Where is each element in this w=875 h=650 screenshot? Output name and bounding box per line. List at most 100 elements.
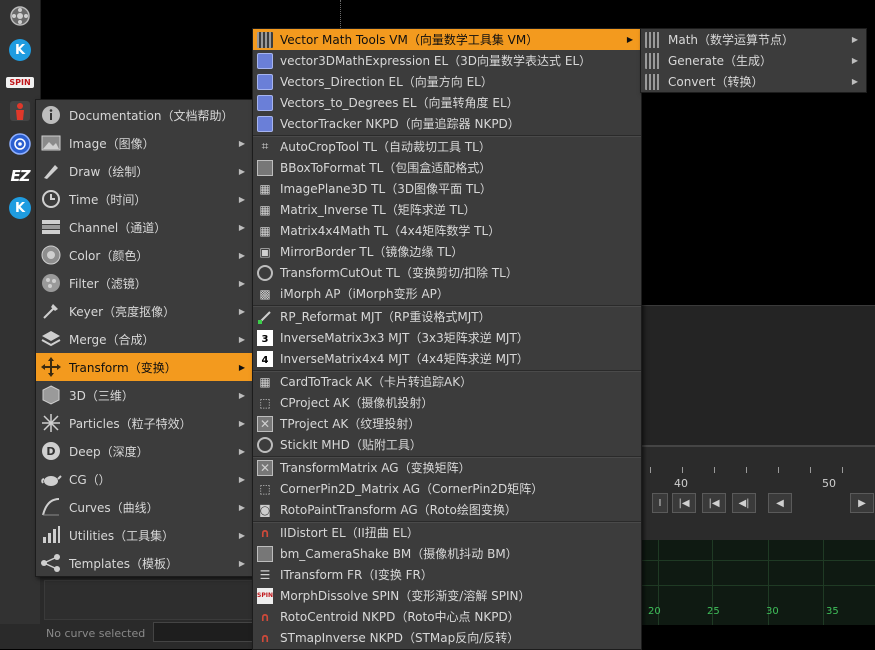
toolbar-k2-button[interactable]: K xyxy=(5,194,35,222)
channel-icon xyxy=(40,216,62,238)
roto-icon: ◙ xyxy=(259,502,271,517)
grid-line xyxy=(640,560,875,561)
toolbar-plugin-button[interactable] xyxy=(5,98,35,126)
menu-item-cardtotrack[interactable]: ▦ CardToTrack AK（卡片转追踪AK） xyxy=(253,371,641,392)
grid-line xyxy=(823,540,824,625)
menu-item-transformmatrix[interactable]: ✕ TransformMatrix AG（变换矩阵） xyxy=(253,457,641,478)
curve-axis-label: 30 xyxy=(766,606,779,617)
menu-item-deep[interactable]: D Deep（深度） ▶ xyxy=(36,437,253,465)
menu-item-transformcutout[interactable]: TransformCutOut TL（变换剪切/扣除 TL） xyxy=(253,262,641,283)
menu-item-inversematrix4x4[interactable]: 4 InverseMatrix4x4 MJT（4x4矩阵求逆 MJT） xyxy=(253,348,641,369)
cornerpin-icon: ⬚ xyxy=(259,481,271,496)
menu-item-utilities[interactable]: Utilities（工具集） ▶ xyxy=(36,521,253,549)
toolbar-k-button[interactable]: K xyxy=(5,36,35,64)
filter-icon xyxy=(40,272,62,294)
menu-item-tproject[interactable]: ✕ TProject AK（纹理投射） xyxy=(253,413,641,434)
timeline-tick xyxy=(682,467,683,473)
menu-item-vectors-direction[interactable]: Vectors_Direction EL（向量方向 EL） xyxy=(253,71,641,92)
menu-item-stmapinverse[interactable]: ∩ STmapInverse NKPD（STMap反向/反转） xyxy=(253,627,641,648)
menu-item-vector3dmathexpression[interactable]: vector3DMathExpression EL（3D向量数学表达式 EL） xyxy=(253,50,641,71)
menu-item-iidistort[interactable]: ∩ IIDistort EL（II扭曲 EL） xyxy=(253,522,641,543)
mirror-icon: ▣ xyxy=(259,244,271,259)
menu-item-inversematrix3x3[interactable]: 3 InverseMatrix3x3 MJT（3x3矩阵求逆 MJT） xyxy=(253,327,641,348)
target-icon xyxy=(8,132,32,159)
properties-panel xyxy=(640,305,875,446)
submenu-arrow-icon: ▶ xyxy=(238,418,245,428)
curve-editor-graph[interactable]: 20 25 30 35 xyxy=(640,540,875,625)
toolbar-target-button[interactable] xyxy=(5,131,35,159)
play-backward-button[interactable]: ◀ xyxy=(768,493,792,513)
menu-item-color[interactable]: Color（颜色） ▶ xyxy=(36,241,253,269)
menu-item-cg[interactable]: CG（） ▶ xyxy=(36,465,253,493)
step-back-button[interactable]: ◀| xyxy=(732,493,756,513)
menu-item-cproject[interactable]: ⬚ CProject AK（摄像机投射） xyxy=(253,392,641,413)
submenu-arrow-icon: ▶ xyxy=(238,474,245,484)
play-forward-button[interactable]: ▶ xyxy=(850,493,874,513)
menu-item-imageplane3d[interactable]: ▦ ImagePlane3D TL（3D图像平面 TL） xyxy=(253,178,641,199)
menu-item-matrix4x4math[interactable]: ▦ Matrix4x4Math TL（4x4矩阵数学 TL） xyxy=(253,220,641,241)
menu-item-rotocentroid[interactable]: ∩ RotoCentroid NKPD（Roto中心点 NKPD） xyxy=(253,606,641,627)
menu-item-math[interactable]: Math（数学运算节点） ▶ xyxy=(641,29,866,50)
viewer-guide-line xyxy=(340,0,342,30)
submenu-arrow-icon: ▶ xyxy=(238,306,245,316)
crop-icon: ⌗ xyxy=(261,139,269,153)
spin-logo-icon: SPIN xyxy=(6,76,34,88)
menu-item-channel[interactable]: Channel（通道） ▶ xyxy=(36,213,253,241)
menu-item-matrix-inverse[interactable]: ▦ Matrix_Inverse TL（矩阵求逆 TL） xyxy=(253,199,641,220)
goto-start-button[interactable]: |◀ xyxy=(672,493,696,513)
menu-item-mirrorborder[interactable]: ▣ MirrorBorder TL（镜像边缘 TL） xyxy=(253,241,641,262)
menu-item-vectors-to-degrees[interactable]: Vectors_to_Degrees EL（向量转角度 EL） xyxy=(253,92,641,113)
toolbar-ez-button[interactable]: EZ xyxy=(5,162,35,190)
in-point-button[interactable]: I xyxy=(652,493,668,513)
timeline-bar: 40 50 I |◀ |◀ ◀| ◀ ▶ xyxy=(640,445,875,542)
timeline-tick xyxy=(714,467,715,473)
grid-icon xyxy=(645,31,661,48)
menu-item-vector-math-tools[interactable]: Vector Math Tools VM（向量数学工具集 VM） ▶ xyxy=(253,29,641,50)
wrench-icon xyxy=(40,524,62,546)
curves-icon xyxy=(40,496,62,518)
menu-item-time[interactable]: Time（时间） ▶ xyxy=(36,185,253,213)
plane-icon: ▦ xyxy=(259,181,271,196)
menu-item-image[interactable]: Image（图像） ▶ xyxy=(36,129,253,157)
menu-item-generate[interactable]: Generate（生成） ▶ xyxy=(641,50,866,71)
toolbar-footer xyxy=(0,624,40,649)
timeline-tick xyxy=(778,467,779,473)
curve-expression-field[interactable] xyxy=(153,622,255,642)
menu-item-templates[interactable]: Templates（模板） ▶ xyxy=(36,549,253,577)
k-logo-icon: K xyxy=(9,197,31,219)
nodes-main-menu: Documentation（文档帮助） Image（图像） ▶ Draw（绘制）… xyxy=(35,99,254,577)
play-forward-icon: ▶ xyxy=(858,497,866,509)
submenu-arrow-icon: ▶ xyxy=(238,138,245,148)
submenu-arrow-icon: ▶ xyxy=(238,502,245,512)
menu-item-merge[interactable]: Merge（合成） ▶ xyxy=(36,325,253,353)
menu-item-rp-reformat[interactable]: RP_Reformat MJT（RP重设格式MJT） xyxy=(253,306,641,327)
curve-list-box[interactable] xyxy=(44,580,255,620)
menu-item-3d[interactable]: 3D（三维） ▶ xyxy=(36,381,253,409)
menu-item-stickit[interactable]: StickIt MHD（贴附工具） xyxy=(253,434,641,455)
toolbar-viewer-button[interactable] xyxy=(5,3,35,31)
menu-item-particles[interactable]: Particles（粒子特效） ▶ xyxy=(36,409,253,437)
menu-item-filter[interactable]: Filter（滤镜） ▶ xyxy=(36,269,253,297)
menu-item-transform[interactable]: Transform（变换） ▶ xyxy=(36,353,253,381)
menu-item-bboxtoformat[interactable]: BBoxToFormat TL（包围盒适配格式） xyxy=(253,157,641,178)
grid-icon xyxy=(645,73,661,90)
toolbar-spin-button[interactable]: SPIN xyxy=(5,68,35,96)
menu-item-curves[interactable]: Curves（曲线） ▶ xyxy=(36,493,253,521)
prev-keyframe-button[interactable]: |◀ xyxy=(702,493,726,513)
menu-item-imorph[interactable]: ▩ iMorph AP（iMorph变形 AP） xyxy=(253,283,641,304)
menu-item-draw[interactable]: Draw（绘制） ▶ xyxy=(36,157,253,185)
clock-icon xyxy=(40,188,62,210)
menu-item-convert[interactable]: Convert（转换） ▶ xyxy=(641,71,866,92)
menu-item-keyer[interactable]: Keyer（亮度抠像） ▶ xyxy=(36,297,253,325)
menu-item-cornerpin2d-matrix[interactable]: ⬚ CornerPin2D_Matrix AG（CornerPin2D矩阵） xyxy=(253,478,641,499)
menu-item-itransform[interactable]: ☰ ITransform FR（I变换 FR） xyxy=(253,564,641,585)
timeline-tick xyxy=(842,467,843,473)
menu-item-rotopainttransform[interactable]: ◙ RotoPaintTransform AG（Roto绘图变换） xyxy=(253,499,641,520)
menu-item-documentation[interactable]: Documentation（文档帮助） xyxy=(36,101,253,129)
keyer-icon xyxy=(40,300,62,322)
menu-item-morphdissolve[interactable]: SPIN MorphDissolve SPIN（变形渐变/溶解 SPIN） xyxy=(253,585,641,606)
clock-icon xyxy=(257,436,273,453)
menu-item-bm-camerashake[interactable]: bm_CameraShake BM（摄像机抖动 BM） xyxy=(253,543,641,564)
menu-item-autocroptool[interactable]: ⌗ AutoCropTool TL（自动裁切工具 TL） xyxy=(253,136,641,157)
menu-item-vectortracker[interactable]: VectorTracker NKPD（向量追踪器 NKPD） xyxy=(253,113,641,134)
